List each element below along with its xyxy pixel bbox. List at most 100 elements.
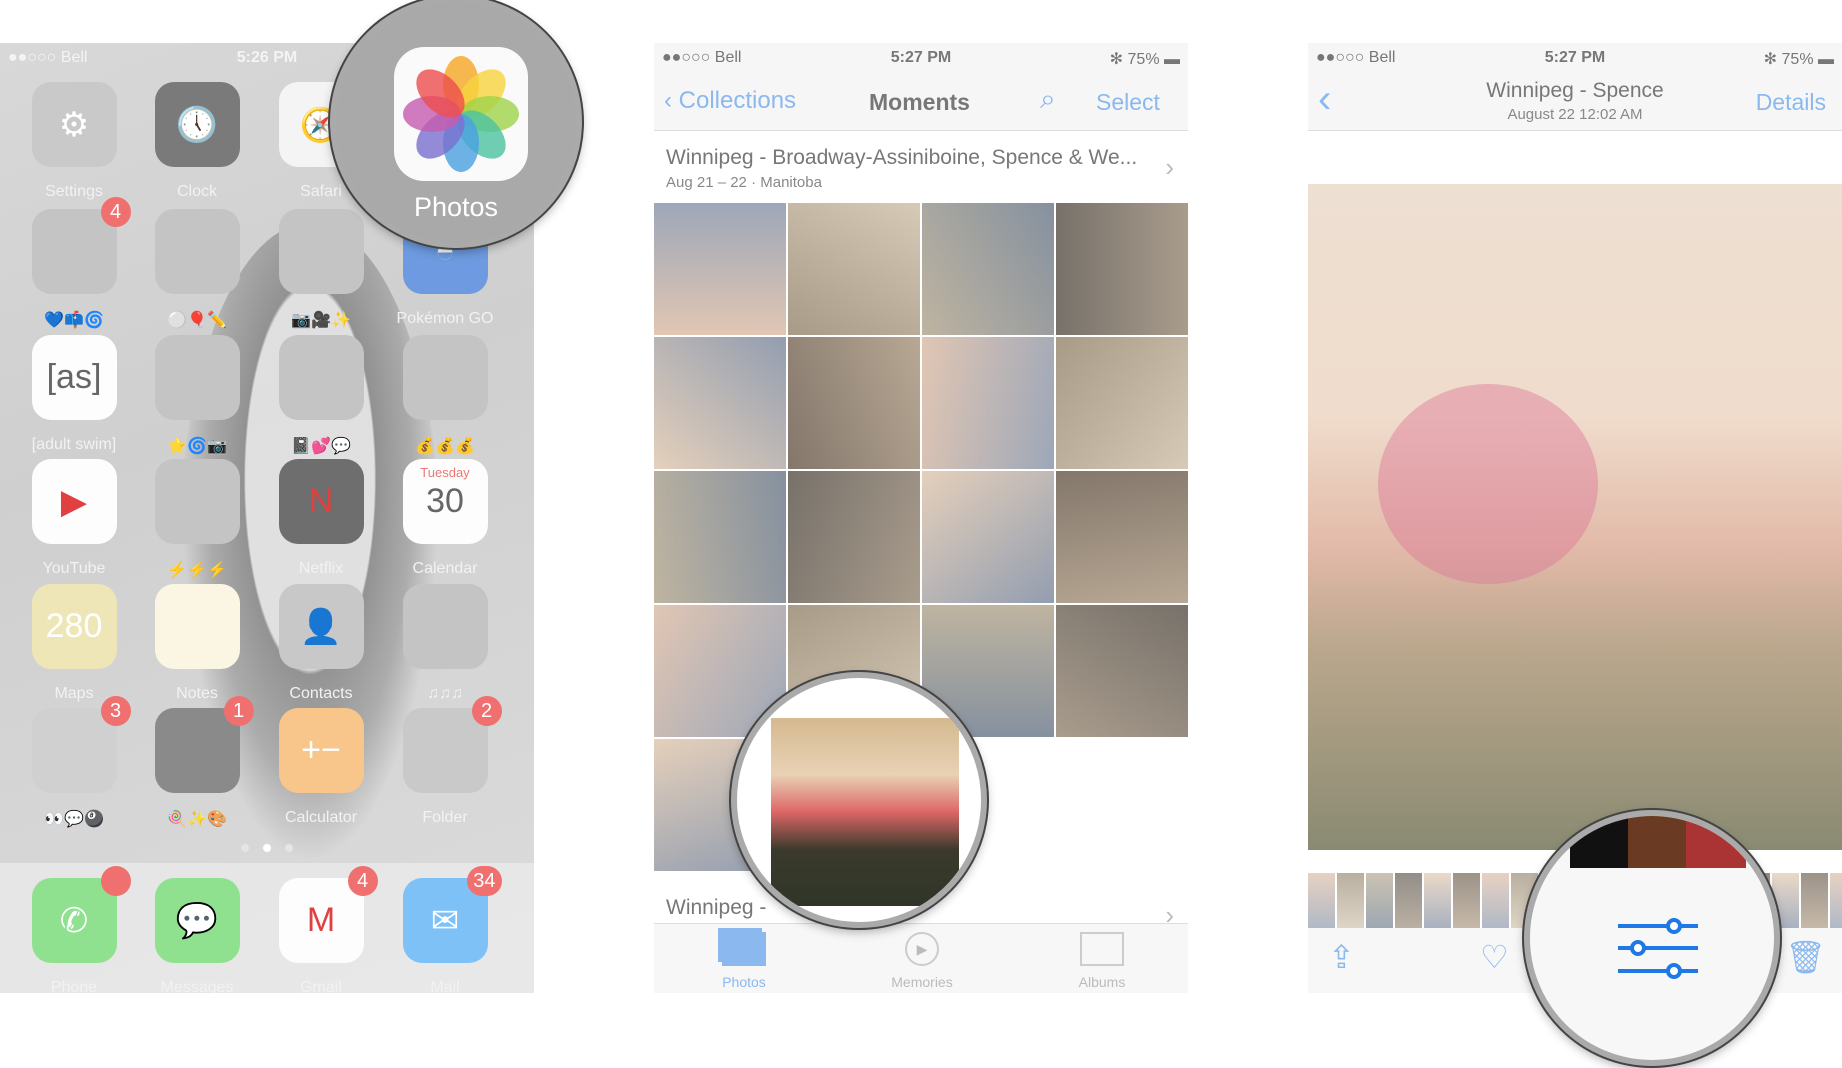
app-folder[interactable]: ⚡⚡⚡ <box>147 459 247 580</box>
back-label: Collections <box>678 87 797 114</box>
tab-albums[interactable]: Albums <box>1042 932 1162 990</box>
battery: ✻ 75% ▬ <box>1109 51 1180 68</box>
photos-tab-icon <box>722 932 766 966</box>
trash-icon[interactable]: 🗑 <box>1785 938 1826 976</box>
photo-thumbnail[interactable] <box>922 203 1054 335</box>
photo-thumbnail[interactable] <box>922 337 1054 469</box>
tab-label: Photos <box>722 974 766 990</box>
filmstrip-thumbnail[interactable] <box>1337 873 1364 928</box>
app-folder[interactable]: ⭐🌀📷 <box>147 335 247 456</box>
chevron-left-icon: ‹ <box>664 87 672 114</box>
moment-header[interactable]: Winnipeg - Broadway-Assiniboine, Spence … <box>666 146 1188 191</box>
app-folder[interactable]: 📓💕💬 <box>271 335 371 456</box>
photo-thumbnail[interactable] <box>654 471 786 603</box>
photo-thumbnail[interactable] <box>654 337 786 469</box>
albums-icon <box>1080 932 1124 966</box>
magnified-photo-thumbnail[interactable] <box>771 718 959 906</box>
app-folder[interactable]: ⚪🎈✏️ <box>147 209 247 330</box>
filmstrip-thumbnail[interactable] <box>1395 873 1422 928</box>
app-label: Calculator <box>284 809 358 826</box>
folder-icon <box>154 335 240 420</box>
folder-icon <box>278 335 364 420</box>
photo-thumbnail[interactable] <box>788 337 920 469</box>
filmstrip-thumbnail[interactable] <box>1366 873 1393 928</box>
app-label: Clock <box>176 183 217 200</box>
filmstrip-thumbnail[interactable] <box>1308 873 1335 928</box>
photo-thumbnail[interactable] <box>1056 337 1188 469</box>
notification-badge: 1 <box>223 696 254 726</box>
app-messages[interactable]: 💬 Messages <box>147 878 247 993</box>
folder-icon: 1 <box>154 696 254 793</box>
app-label: Netflix <box>298 560 344 577</box>
app-folder[interactable]: 💰💰💰 <box>395 335 495 456</box>
notification-badge: 34 <box>467 866 502 896</box>
notification-badge: 2 <box>471 696 502 726</box>
battery: ✻ 75% ▬ <box>1763 51 1834 68</box>
folder-icon: 4 <box>31 197 131 294</box>
photos-icon <box>403 56 519 172</box>
app-contacts[interactable]: 👤 Contacts <box>271 584 371 703</box>
photos-app-icon[interactable] <box>394 47 528 181</box>
filmstrip-thumbnail[interactable] <box>1453 873 1480 928</box>
photo-thumbnail[interactable] <box>1056 471 1188 603</box>
edit-adjust-icon[interactable] <box>1616 916 1700 986</box>
app-calculator[interactable]: +− Calculator <box>271 708 371 827</box>
back-button[interactable]: ‹ Collections <box>664 87 796 115</box>
photo-thumbnail[interactable] <box>1056 203 1188 335</box>
app-label: ⚪🎈✏️ <box>167 312 227 329</box>
filmstrip-thumbnail[interactable] <box>1830 873 1842 928</box>
tab-memories[interactable]: ▶ Memories <box>862 932 982 990</box>
app-play[interactable]: ▶ YouTube <box>24 459 124 578</box>
photo-thumbnail[interactable] <box>922 471 1054 603</box>
tab-photos[interactable]: Photos <box>684 932 804 990</box>
folder-icon <box>154 209 240 294</box>
app-label: ⭐🌀📷 <box>167 438 227 455</box>
photo-view[interactable] <box>1308 184 1842 850</box>
filmstrip-thumbnail[interactable] <box>1801 873 1828 928</box>
app-label: Calendar <box>412 560 478 577</box>
app-folder[interactable]: ♫♫♫ <box>395 584 495 703</box>
app-folder[interactable]: 4 💙📫🌀 <box>24 197 131 330</box>
status-bar: ●●○○○ Bell 5:27 PM ✻ 75% ▬ <box>1308 43 1842 73</box>
adult-swim-icon: [as] <box>31 335 117 420</box>
select-button[interactable]: Select <box>1096 89 1160 116</box>
search-icon[interactable]: ⌕ <box>1040 83 1056 116</box>
photo-thumbnail[interactable] <box>1056 605 1188 737</box>
status-bar: ●●○○○ Bell 5:27 PM ✻ 75% ▬ <box>654 43 1188 73</box>
page-title: Moments <box>869 89 970 115</box>
share-icon[interactable]: ⇪ <box>1328 938 1355 976</box>
play-icon: ▶ <box>31 459 117 544</box>
app-label: Mail <box>430 979 460 993</box>
photo-thumbnail[interactable] <box>788 471 920 603</box>
contacts-icon: 👤 <box>278 584 364 669</box>
app-gear[interactable]: ⚙ Settings <box>24 82 124 201</box>
app-clock[interactable]: 🕔 Clock <box>147 82 247 201</box>
photo-thumbnail[interactable] <box>788 203 920 335</box>
messages-icon: 💬 <box>154 878 240 963</box>
app-folder[interactable]: 2 Folder <box>395 696 502 827</box>
folder-icon: 2 <box>402 696 502 793</box>
app-netflix[interactable]: N Netflix <box>271 459 371 578</box>
app-folder[interactable]: 📷🎥✨ <box>271 209 371 330</box>
app-adult-swim[interactable]: [as] [adult swim] <box>24 335 124 454</box>
details-button[interactable]: Details <box>1756 89 1826 116</box>
app-folder[interactable]: 3 👀💬🎱 <box>24 696 131 829</box>
moment-title: Winnipeg - <box>666 896 767 919</box>
app-mail[interactable]: ✉ 34 Mail <box>395 866 502 993</box>
heart-icon[interactable]: ♡ <box>1480 938 1509 976</box>
app-phone[interactable]: ✆ Phone <box>24 866 131 993</box>
nav-bar: ‹ Winnipeg - Spence August 22 12:02 AM D… <box>1308 73 1842 131</box>
moment-title: Winnipeg - Broadway-Assiniboine, Spence … <box>666 146 1138 169</box>
app-label: ⚡⚡⚡ <box>167 562 227 579</box>
page-indicator[interactable] <box>0 839 534 857</box>
photo-thumbnail[interactable] <box>654 203 786 335</box>
filmstrip-thumbnail[interactable] <box>1482 873 1509 928</box>
app-gmail[interactable]: M 4 Gmail <box>271 866 378 993</box>
app-folder[interactable]: 1 🍭✨🎨 <box>147 696 254 829</box>
time: 5:27 PM <box>890 49 952 66</box>
app-label: Phone <box>50 979 98 993</box>
app-notes[interactable]: Notes <box>147 584 247 703</box>
app-map[interactable]: 280 Maps <box>24 584 124 703</box>
app-calendar[interactable]: 30 Tuesday Calendar <box>395 459 495 578</box>
filmstrip-thumbnail[interactable] <box>1424 873 1451 928</box>
